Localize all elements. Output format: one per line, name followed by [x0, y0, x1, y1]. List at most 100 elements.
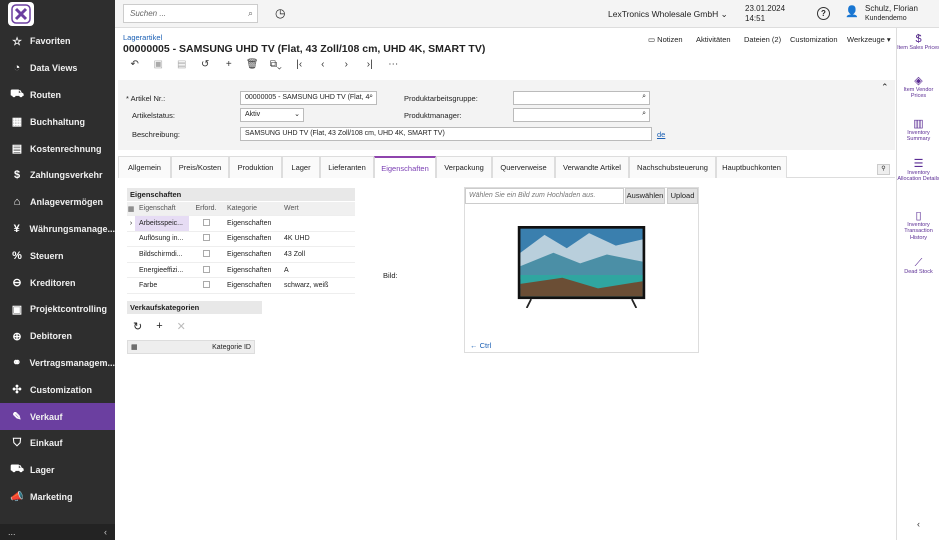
- cell-kategorie[interactable]: Eigenschaften: [223, 282, 280, 289]
- tab-eigenschaften[interactable]: Eigenschaften: [374, 156, 436, 178]
- cell-kategorie[interactable]: Eigenschaften: [223, 251, 280, 258]
- table-row[interactable]: › Arbeitsspeic... Eigenschaften: [127, 216, 355, 232]
- next-record-icon[interactable]: ›: [335, 59, 359, 70]
- filter-icon[interactable]: ⚲: [877, 164, 890, 175]
- refresh-icon[interactable]: ↻: [133, 320, 142, 333]
- help-icon[interactable]: ?: [817, 7, 830, 20]
- table-row[interactable]: Bildschirmdi... Eigenschaften 43 Zoll: [127, 247, 355, 263]
- save-icon[interactable]: ▣: [147, 59, 171, 70]
- ctrl-link[interactable]: ← Ctrl: [470, 341, 491, 350]
- chevron-left-icon[interactable]: ‹: [897, 520, 939, 528]
- sidebar-item-buchhaltung[interactable]: ▦ Buchhaltung: [0, 108, 115, 135]
- sidebar-item-verkauf[interactable]: ✎ Verkauf: [0, 403, 115, 430]
- image-file-input[interactable]: Wählen Sie ein Bild zum Hochladen aus.: [465, 188, 624, 204]
- cell-eigenschaft[interactable]: Bildschirmdi...: [135, 247, 189, 262]
- files-button[interactable]: Dateien (2): [744, 35, 781, 44]
- grid-settings-icon[interactable]: ▦: [127, 205, 135, 213]
- close-icon[interactable]: ✕: [177, 320, 186, 333]
- cell-kategorie[interactable]: Eigenschaften: [223, 267, 280, 274]
- sidebar-item-marketing[interactable]: 📣 Marketing: [0, 484, 115, 511]
- sidebar-item-vertragsmanagem-[interactable]: ⚭ Vertragsmanagem...: [0, 350, 115, 377]
- cell-eigenschaft[interactable]: Farbe: [135, 278, 189, 293]
- table-row[interactable]: Energieeffizi... Eigenschaften A: [127, 263, 355, 279]
- sidebar-item-zahlungsverkehr[interactable]: $ Zahlungsverkehr: [0, 162, 115, 189]
- cell-wert[interactable]: A: [280, 267, 355, 274]
- required-checkbox[interactable]: [202, 234, 210, 242]
- activities-button[interactable]: Aktivitäten: [696, 35, 731, 44]
- table-row[interactable]: Farbe Eigenschaften schwarz, weiß: [127, 278, 355, 294]
- tools-menu[interactable]: Werkzeuge ▾: [847, 35, 891, 44]
- sidebar-item-lager[interactable]: ⛟ Lager: [0, 457, 115, 484]
- column-header[interactable]: Eigenschaft: [135, 202, 189, 215]
- undo-icon[interactable]: ↺: [194, 59, 218, 70]
- cell-eigenschaft[interactable]: Energieeffizi...: [135, 263, 189, 278]
- add-icon[interactable]: +: [156, 320, 162, 333]
- user-menu[interactable]: 👤 Schulz, Florian Kundendemo: [845, 4, 918, 24]
- cell-kategorie[interactable]: Eigenschaften: [223, 235, 280, 242]
- cell-eigenschaft[interactable]: Arbeitsspeic...: [135, 216, 189, 231]
- company-selector[interactable]: LexTronics Wholesale GmbH ⌄: [608, 9, 728, 20]
- cell-wert[interactable]: 4K UHD: [280, 235, 355, 242]
- tab-hauptbuchkonten[interactable]: Hauptbuchkonten: [716, 156, 787, 178]
- save-close-icon[interactable]: ▤: [170, 59, 194, 70]
- sidebar-item-customization[interactable]: ✣ Customization: [0, 376, 115, 403]
- last-record-icon[interactable]: ›|: [358, 59, 382, 70]
- related-item-vendor-prices[interactable]: ◈ Item Vendor Prices: [897, 76, 939, 100]
- tab-lieferanten[interactable]: Lieferanten: [320, 156, 374, 178]
- produktmanager-field[interactable]: ⌕: [513, 108, 650, 122]
- date-selector[interactable]: 23.01.2024 14:51: [745, 4, 785, 24]
- sidebar-item-einkauf[interactable]: ⛉ Einkauf: [0, 430, 115, 457]
- related-item-sales-prices[interactable]: $ Item Sales Prices: [897, 34, 939, 51]
- tab-produktion[interactable]: Produktion: [229, 156, 282, 178]
- table-row[interactable]: Auflösung in... Eigenschaften 4K UHD: [127, 232, 355, 248]
- copy-icon[interactable]: ⧉⌄: [264, 59, 288, 70]
- cell-wert[interactable]: schwarz, weiß: [280, 282, 355, 289]
- sidebar-item-steuern[interactable]: % Steuern: [0, 242, 115, 269]
- required-checkbox[interactable]: [202, 265, 210, 273]
- select-button[interactable]: Auswählen: [625, 188, 665, 204]
- upload-button[interactable]: Upload: [667, 188, 698, 204]
- status-select[interactable]: Aktiv ⌄: [240, 108, 304, 122]
- customization-button[interactable]: Customization: [790, 35, 838, 44]
- collapse-icon[interactable]: ‹: [104, 527, 107, 537]
- tab-querverweise[interactable]: Querverweise: [492, 156, 555, 178]
- produktgruppe-field[interactable]: ⌕: [513, 91, 650, 105]
- sidebar-item-routen[interactable]: ⛟ Routen: [0, 82, 115, 109]
- search-input[interactable]: Suchen ... ⌕: [123, 4, 258, 23]
- required-checkbox[interactable]: [202, 249, 210, 257]
- required-checkbox[interactable]: [202, 281, 210, 289]
- required-checkbox[interactable]: [202, 218, 210, 226]
- related-inventory-transaction-history[interactable]: ▯ Inventory Transaction History: [897, 211, 939, 241]
- column-header[interactable]: Wert: [280, 205, 355, 212]
- cell-eigenschaft[interactable]: Auflösung in...: [135, 232, 189, 247]
- tab-lager[interactable]: Lager: [282, 156, 320, 178]
- previous-record-icon[interactable]: ‹: [311, 59, 335, 70]
- artikel-field[interactable]: 00000005 - SAMSUNG UHD TV (Flat, 4 ⌕: [240, 91, 377, 105]
- tab-verwandte-artikel[interactable]: Verwandte Artikel: [555, 156, 629, 178]
- search-icon[interactable]: ⌕: [642, 93, 646, 101]
- cell-wert[interactable]: 43 Zoll: [280, 251, 355, 258]
- sidebar-item-währungsmanage-[interactable]: ¥ Währungsmanage...: [0, 216, 115, 243]
- notes-button[interactable]: ▭ Notizen: [648, 35, 683, 44]
- sidebar-item-data-views[interactable]: ◔ Data Views: [0, 55, 115, 82]
- delete-icon[interactable]: 🗑: [241, 59, 265, 70]
- app-logo[interactable]: [8, 2, 34, 26]
- first-record-icon[interactable]: |‹: [288, 59, 312, 70]
- more-icon[interactable]: ...: [8, 527, 16, 537]
- sidebar-item-projektcontrolling[interactable]: ▣ Projektcontrolling: [0, 296, 115, 323]
- tab-verpackung[interactable]: Verpackung: [436, 156, 492, 178]
- tab-allgemein[interactable]: Allgemein: [118, 156, 171, 178]
- related-inventory-summary[interactable]: ▥ Inventory Summary: [897, 119, 939, 143]
- beschreibung-field[interactable]: SAMSUNG UHD TV (Flat, 43 Zoll/108 cm, UH…: [240, 127, 652, 141]
- history-icon[interactable]: ◷: [275, 6, 285, 20]
- language-link[interactable]: de: [657, 130, 665, 139]
- tab-nachschubsteuerung[interactable]: Nachschubsteuerung: [629, 156, 716, 178]
- add-icon[interactable]: +: [217, 59, 241, 70]
- sidebar-item-kostenrechnung[interactable]: ▤ Kostenrechnung: [0, 135, 115, 162]
- related-inventory-allocation-details[interactable]: ☰ Inventory Allocation Details: [897, 159, 939, 183]
- breadcrumb[interactable]: Lagerartikel: [123, 33, 162, 42]
- search-icon[interactable]: ⌕: [642, 110, 646, 118]
- back-icon[interactable]: ↶: [123, 59, 147, 70]
- related-dead-stock[interactable]: ⟋ Dead Stock: [897, 258, 939, 275]
- cell-kategorie[interactable]: Eigenschaften: [223, 220, 280, 227]
